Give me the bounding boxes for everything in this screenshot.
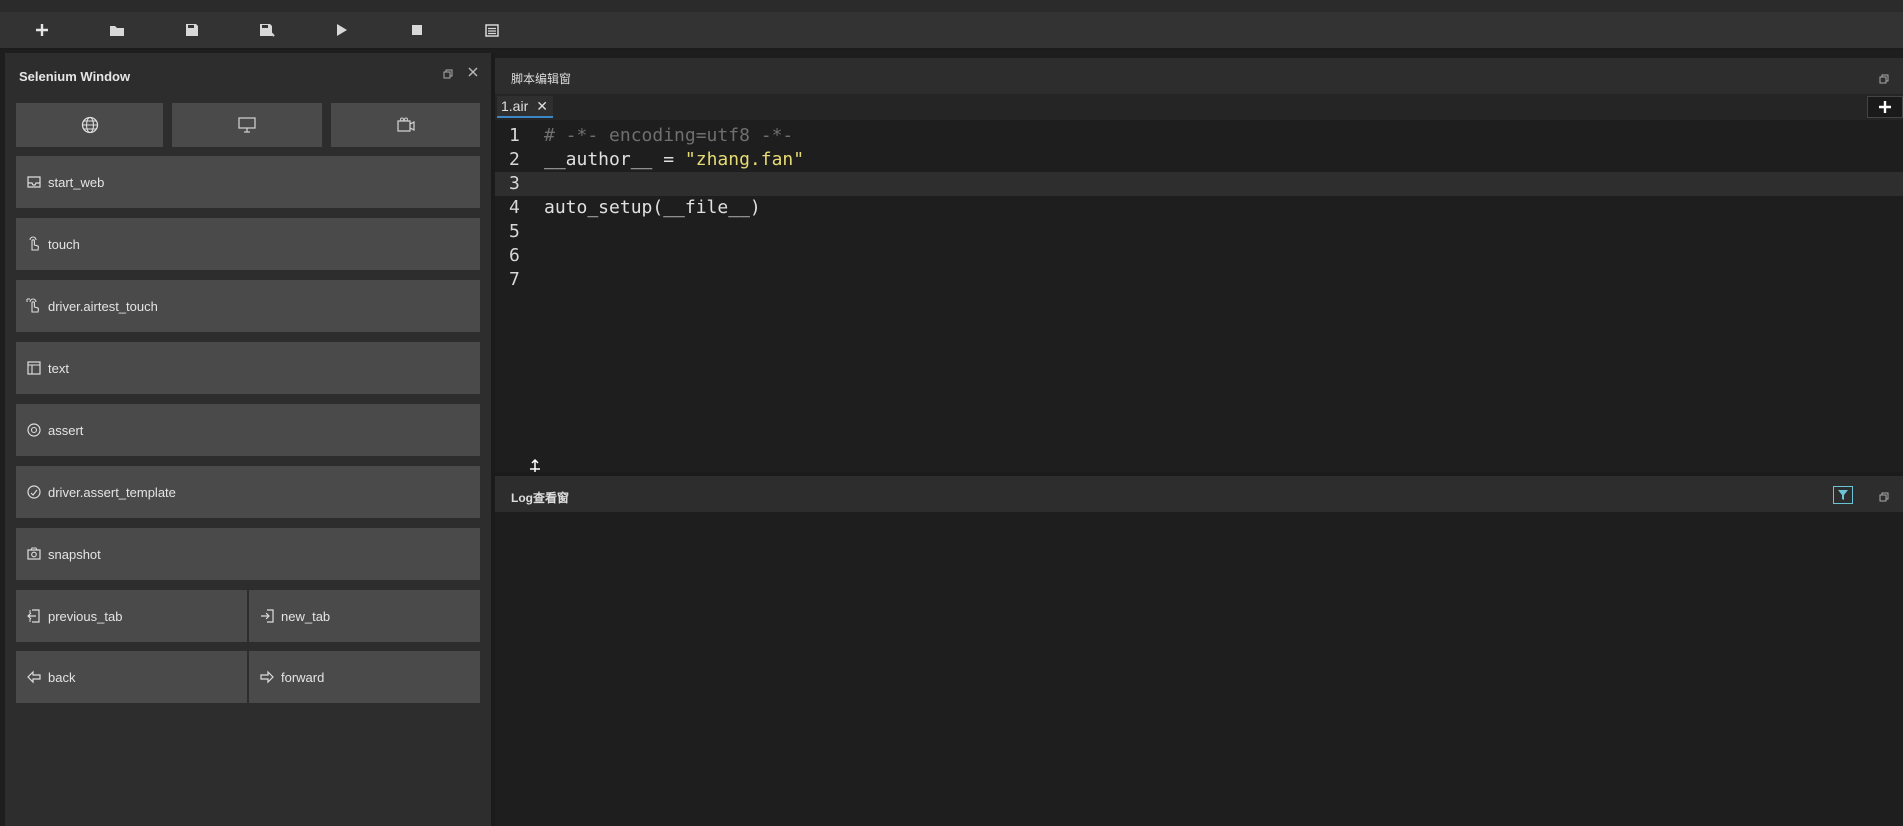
command-label: previous_tab [48,608,123,624]
tab-1-air[interactable]: 1.air ✕ [497,96,553,118]
globe-icon [81,116,98,134]
close-panel-button[interactable] [468,66,478,80]
log-view-button[interactable] [477,18,507,42]
code-text: auto_setup(__file__) [544,197,761,218]
editor-title: 脚本编辑窗 [511,72,572,86]
close-tab-icon[interactable]: ✕ [536,98,548,115]
save-as-button[interactable] [252,18,282,42]
float-panel-button[interactable] [443,68,453,82]
command-driver-airtest-touch[interactable]: driver.airtest_touch [16,280,480,332]
command-start-web[interactable]: start_web [16,156,480,208]
log-header: Log查看窗 [495,476,1903,512]
plus-icon [1879,101,1891,113]
command-label: text [48,360,69,376]
save-as-icon [260,24,275,37]
command-label: driver.airtest_touch [48,298,158,314]
restore-icon [1879,492,1889,502]
log-filter-button[interactable] [1833,486,1853,504]
code-string: "zhang.fan" [684,149,805,170]
add-tab-button[interactable] [1867,96,1903,118]
code-line-current: 3 [495,172,1903,196]
web-mode-button[interactable] [16,103,163,147]
line-number: 7 [509,269,520,290]
command-assert[interactable]: assert [16,404,480,456]
code-line: 6 [495,244,1903,268]
tab-prev-icon [27,609,40,623]
code-comment: # -*- encoding=utf8 -*- [544,125,794,146]
target-icon [27,485,41,499]
command-driver-assert-template[interactable]: driver.assert_template [16,466,480,518]
line-number: 2 [509,149,520,170]
folder-icon [110,25,124,36]
panel-title: Selenium Window [19,69,131,84]
tab-label: 1.air [501,98,529,114]
log-title: Log查看窗 [511,491,569,505]
inbox-icon [27,176,41,188]
plus-icon [36,24,48,36]
code-line: 4 auto_setup(__file__) [495,196,1903,220]
code-editor[interactable]: 1 # -*- encoding=utf8 -*- 2 __author__ =… [495,122,1903,472]
command-touch[interactable]: touch [16,218,480,270]
hand-touch-icon [29,236,39,251]
command-snapshot[interactable]: snapshot [16,528,480,580]
filter-icon [1838,490,1848,500]
open-button[interactable] [102,18,132,42]
command-previous-tab[interactable]: previous_tab [16,590,247,642]
command-label: forward [281,669,325,685]
monitor-icon [238,117,256,133]
code-assignment: __author__ = [544,149,685,170]
log-output[interactable] [495,512,1903,826]
run-button[interactable] [327,18,357,42]
restore-icon [443,69,453,79]
save-button[interactable] [177,18,207,42]
save-icon [186,24,198,36]
camera-icon [396,117,415,132]
stop-button[interactable] [402,18,432,42]
code-text: __author__ = "zhang.fan" [544,148,804,172]
list-icon [485,23,499,37]
command-label: touch [48,236,80,252]
target-icon [27,423,41,437]
record-mode-button[interactable] [331,103,480,147]
line-number: 4 [509,197,520,218]
float-log-button[interactable] [1879,489,1889,507]
command-label: driver.assert_template [48,484,176,500]
restore-icon [1879,74,1889,84]
close-icon [468,67,478,77]
line-number: 6 [509,245,520,266]
text-box-icon [27,361,41,375]
command-label: new_tab [281,608,331,624]
arrow-right-icon [260,670,274,684]
code-line: 7 [495,268,1903,292]
command-new-tab[interactable]: new_tab [249,590,480,642]
selenium-panel: Selenium Window start_web touch driver.a… [5,53,491,826]
code-line: 5 [495,220,1903,244]
line-number: 1 [509,125,520,146]
command-back[interactable]: back [16,651,247,703]
camera-icon [27,547,41,560]
code-line: 1 # -*- encoding=utf8 -*- [495,124,1903,148]
command-label: start_web [48,174,105,190]
float-editor-button[interactable] [1879,71,1889,89]
new-script-button[interactable] [27,18,57,42]
editor-header: 脚本编辑窗 [495,58,1903,94]
desktop-mode-button[interactable] [172,103,322,147]
hand-touch-icon [26,298,39,313]
editor-tab-bar: 1.air ✕ [495,94,1903,120]
command-label: snapshot [48,546,101,562]
line-number: 3 [509,173,520,194]
command-label: back [48,669,76,685]
command-forward[interactable]: forward [249,651,480,703]
tab-new-icon [261,609,274,623]
arrow-left-icon [27,670,41,684]
line-number: 5 [509,221,520,242]
play-icon [337,24,347,36]
stop-icon [412,25,422,35]
command-label: assert [48,422,84,438]
main-toolbar [0,12,1903,50]
code-line: 2 __author__ = "zhang.fan" [495,148,1903,172]
command-text[interactable]: text [16,342,480,394]
